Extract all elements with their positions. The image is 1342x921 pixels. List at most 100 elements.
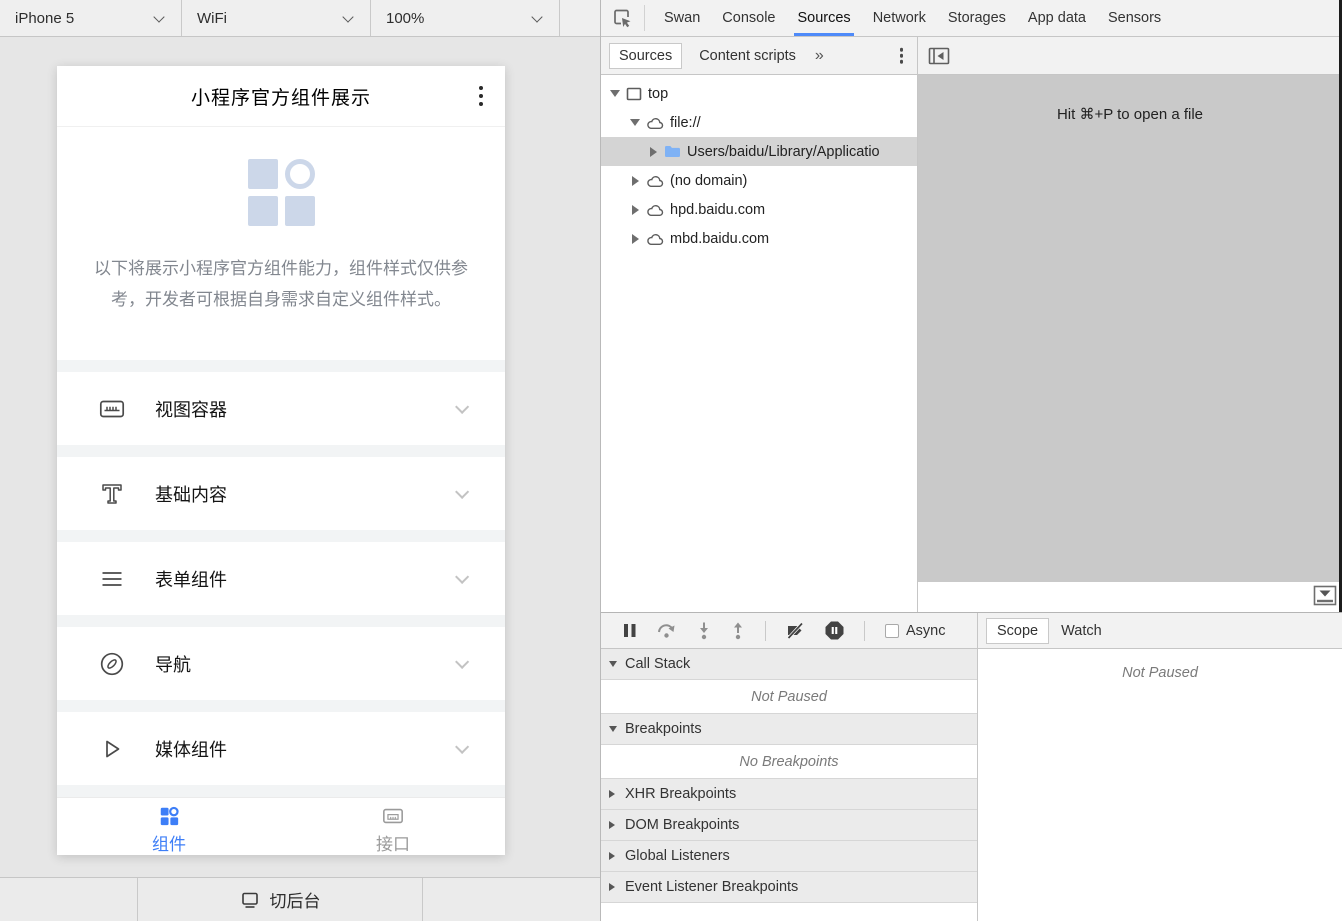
section-basic-content[interactable]: 基础内容	[57, 457, 505, 530]
step-over-icon[interactable]	[657, 622, 677, 639]
tree-row-no-domain[interactable]: (no domain)	[601, 166, 917, 195]
tab-api[interactable]: 接口	[281, 798, 505, 855]
tab-swan[interactable]: Swan	[653, 0, 711, 36]
section-call-stack[interactable]: Call Stack	[601, 649, 977, 680]
device-select[interactable]: iPhone 5	[0, 0, 182, 36]
switch-background-button[interactable]: 切后台	[138, 878, 423, 921]
disclosure-collapsed-icon	[609, 883, 625, 891]
pause-on-exceptions-icon[interactable]	[825, 621, 844, 640]
section-view-container[interactable]: 视图容器	[57, 372, 505, 445]
open-file-hint: Hit ⌘+P to open a file	[1057, 105, 1203, 582]
toolbar-divider	[864, 621, 865, 641]
devtools-tabs: Swan Console Sources Network Storages Ap…	[653, 0, 1172, 36]
panel-collapse-icon[interactable]	[928, 47, 950, 65]
typography-icon	[99, 481, 125, 507]
cloud-icon	[646, 203, 664, 217]
cloud-icon	[646, 116, 664, 130]
app-tab-bar: 组件 接口	[57, 797, 505, 855]
app-description: 以下将展示小程序官方组件能力，组件样式仅供参考，开发者可根据自身需求自定义组件样…	[57, 253, 505, 315]
section-global-listeners[interactable]: Global Listeners	[601, 841, 977, 872]
bottom-bar-spacer	[423, 878, 600, 921]
navigator-header: Sources Content scripts »	[601, 37, 917, 75]
tree-label: mbd.baidu.com	[670, 231, 769, 247]
step-into-icon[interactable]	[697, 622, 711, 640]
breakpoints-message: No Breakpoints	[601, 745, 977, 779]
chevron-down-icon	[531, 11, 542, 22]
folder-icon	[664, 145, 681, 158]
simulator-bottom-bar: 切后台	[0, 877, 600, 921]
disclosure-collapsed-icon[interactable]	[629, 176, 641, 186]
inspect-element-button[interactable]	[601, 5, 645, 31]
cloud-icon	[646, 174, 664, 188]
debugger-toolbar: Async	[601, 613, 977, 649]
tree-row-mbd-baidu[interactable]: mbd.baidu.com	[601, 224, 917, 253]
tree-label: (no domain)	[670, 173, 747, 189]
overflow-chevron[interactable]: »	[815, 47, 824, 65]
toolbar-divider	[765, 621, 766, 641]
chevron-down-icon	[455, 739, 469, 753]
section-dom-breakpoints[interactable]: DOM Breakpoints	[601, 810, 977, 841]
network-select[interactable]: WiFi	[182, 0, 371, 36]
kebab-menu-icon[interactable]	[479, 86, 483, 106]
tab-label: Network	[873, 10, 926, 26]
app-title: 小程序官方组件展示	[191, 83, 371, 110]
tree-row-top[interactable]: top	[601, 79, 917, 108]
section-navigation[interactable]: 导航	[57, 627, 505, 700]
api-window-icon	[382, 805, 404, 827]
switch-background-label: 切后台	[270, 887, 321, 912]
tree-row-file-protocol[interactable]: file://	[601, 108, 917, 137]
tab-label: Watch	[1061, 623, 1102, 639]
pause-icon[interactable]	[623, 623, 637, 638]
bottom-bar-spacer	[0, 878, 138, 921]
tab-label: App data	[1028, 10, 1086, 26]
network-select-value: WiFi	[197, 10, 227, 27]
tab-sensors[interactable]: Sensors	[1097, 0, 1172, 36]
section-form-components[interactable]: 表单组件	[57, 542, 505, 615]
disclosure-expanded-icon[interactable]	[629, 119, 641, 126]
disclosure-expanded-icon	[609, 661, 625, 667]
tab-label: 接口	[376, 830, 410, 855]
tab-console[interactable]: Console	[711, 0, 786, 36]
tab-scope[interactable]: Scope	[986, 618, 1049, 644]
frame-icon	[626, 87, 642, 101]
navigator-tab-content-scripts[interactable]: Content scripts	[690, 43, 805, 69]
tab-label: Swan	[664, 10, 700, 26]
disclosure-collapsed-icon[interactable]	[629, 234, 641, 244]
disclosure-collapsed-icon[interactable]	[629, 205, 641, 215]
form-lines-icon	[99, 566, 125, 592]
section-xhr-breakpoints[interactable]: XHR Breakpoints	[601, 779, 977, 810]
section-media-components[interactable]: 媒体组件	[57, 712, 505, 785]
kebab-menu-icon[interactable]	[900, 45, 904, 66]
tree-row-hpd-baidu[interactable]: hpd.baidu.com	[601, 195, 917, 224]
tab-label: Sources	[797, 10, 850, 26]
components-grid-icon	[248, 159, 315, 226]
chevron-down-icon	[455, 399, 469, 413]
tree-label: hpd.baidu.com	[670, 202, 765, 218]
navigator-tab-sources[interactable]: Sources	[609, 43, 682, 69]
deactivate-breakpoints-icon[interactable]	[786, 622, 805, 639]
editor-area: Hit ⌘+P to open a file	[918, 37, 1342, 612]
tree-label: Users/baidu/Library/Applicatio	[687, 144, 880, 160]
tab-label: Storages	[948, 10, 1006, 26]
tab-storages[interactable]: Storages	[937, 0, 1017, 36]
tab-network[interactable]: Network	[862, 0, 937, 36]
show-drawer-icon[interactable]	[1313, 585, 1337, 607]
async-checkbox[interactable]	[885, 624, 899, 638]
tab-label: Sensors	[1108, 10, 1161, 26]
section-event-listener-breakpoints[interactable]: Event Listener Breakpoints	[601, 872, 977, 903]
disclosure-collapsed-icon	[609, 790, 625, 798]
section-label: 表单组件	[155, 566, 227, 592]
scope-message: Not Paused	[978, 649, 1342, 681]
component-section-list: 视图容器 基础内容 表单组件	[57, 360, 505, 855]
editor-bottom-strip	[918, 582, 1342, 612]
tab-app-data[interactable]: App data	[1017, 0, 1097, 36]
step-out-icon[interactable]	[731, 622, 745, 640]
tab-components[interactable]: 组件	[57, 798, 281, 855]
disclosure-expanded-icon[interactable]	[609, 90, 621, 97]
disclosure-collapsed-icon[interactable]	[647, 147, 659, 157]
tab-sources[interactable]: Sources	[786, 0, 861, 36]
tree-row-users-folder[interactable]: Users/baidu/Library/Applicatio	[601, 137, 917, 166]
tab-watch[interactable]: Watch	[1051, 618, 1112, 644]
section-breakpoints[interactable]: Breakpoints	[601, 714, 977, 745]
zoom-select[interactable]: 100%	[371, 0, 560, 36]
